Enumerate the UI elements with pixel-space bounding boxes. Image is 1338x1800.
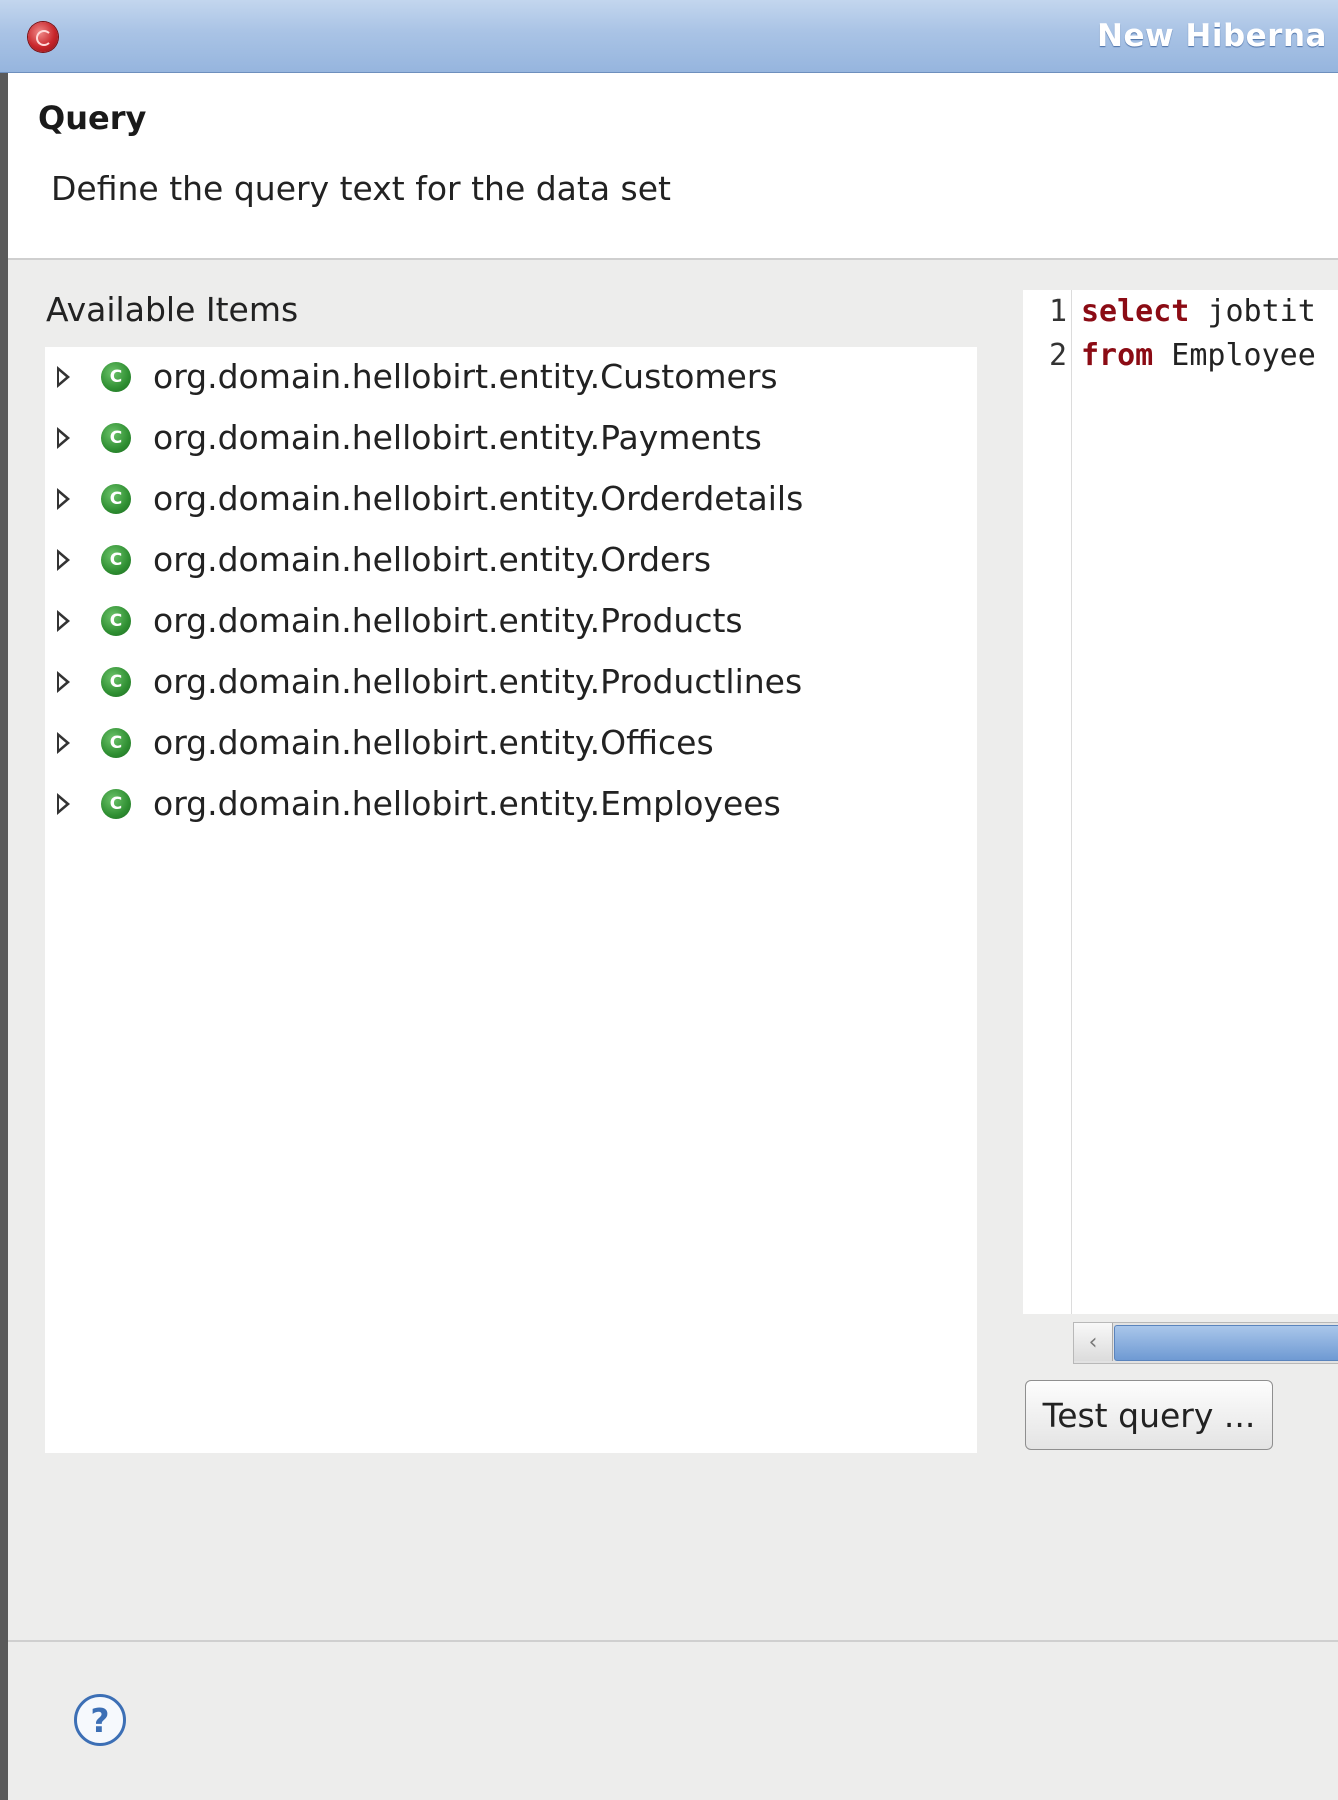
expand-arrow-icon[interactable] [57, 793, 70, 815]
line-number: 2 [1048, 338, 1067, 373]
tree-item-label: org.domain.hellobirt.entity.Offices [153, 723, 714, 762]
window-title: New Hiberna [1097, 18, 1327, 54]
tree-item-payments[interactable]: C org.domain.hellobirt.entity.Payments [45, 408, 977, 469]
tree-item-orderdetails[interactable]: C org.domain.hellobirt.entity.Orderdetai… [45, 469, 977, 530]
tree-item-label: org.domain.hellobirt.entity.Orders [153, 540, 712, 579]
class-icon: C [101, 667, 131, 697]
expand-arrow-icon[interactable] [57, 732, 70, 754]
tree-item-products[interactable]: C org.domain.hellobirt.entity.Products [45, 591, 977, 652]
class-icon: C [101, 545, 131, 575]
line-number-gutter: 1 2 [1023, 290, 1072, 1314]
tree-item-employees[interactable]: C org.domain.hellobirt.entity.Employees [45, 774, 977, 835]
expand-arrow-icon[interactable] [57, 610, 70, 632]
sql-keyword: select [1081, 294, 1190, 329]
class-icon: C [101, 423, 131, 453]
help-icon[interactable]: ? [74, 1694, 126, 1746]
sql-keyword: from [1081, 338, 1154, 373]
app-logo-icon[interactable] [28, 22, 58, 52]
expand-arrow-icon[interactable] [57, 671, 70, 693]
class-icon: C [101, 484, 131, 514]
available-items-tree[interactable]: C org.domain.hellobirt.entity.Customers … [45, 347, 977, 1453]
tree-item-customers[interactable]: C org.domain.hellobirt.entity.Customers [45, 347, 977, 408]
scroll-left-arrow-icon[interactable]: ‹ [1074, 1323, 1113, 1361]
tree-item-orders[interactable]: C org.domain.hellobirt.entity.Orders [45, 530, 977, 591]
class-icon: C [101, 362, 131, 392]
expand-arrow-icon[interactable] [57, 488, 70, 510]
tree-item-offices[interactable]: C org.domain.hellobirt.entity.Offices [45, 713, 977, 774]
code-line[interactable]: select jobtit [1081, 294, 1316, 329]
code-text: jobtit [1189, 294, 1316, 329]
footer-divider [8, 1640, 1338, 1642]
expand-arrow-icon[interactable] [57, 549, 70, 571]
available-items-label: Available Items [46, 290, 299, 329]
title-bar[interactable]: New Hiberna [0, 0, 1338, 73]
page-title: Query [38, 99, 147, 137]
class-icon: C [101, 728, 131, 758]
test-query-button[interactable]: Test query ... [1025, 1380, 1273, 1450]
tree-item-label: org.domain.hellobirt.entity.Employees [153, 784, 781, 823]
tree-item-label: org.domain.hellobirt.entity.Products [153, 601, 743, 640]
code-text: Employee [1153, 338, 1316, 373]
line-number: 1 [1048, 294, 1067, 329]
class-icon: C [101, 789, 131, 819]
tree-item-label: org.domain.hellobirt.entity.Payments [153, 418, 762, 457]
page-description: Define the query text for the data set [51, 169, 671, 208]
expand-arrow-icon[interactable] [57, 427, 70, 449]
code-line[interactable]: from Employee [1081, 338, 1316, 373]
tree-item-label: org.domain.hellobirt.entity.Orderdetails [153, 479, 804, 518]
query-editor[interactable]: 1 2 select jobtit from Employee [1023, 290, 1338, 1314]
tree-item-label: org.domain.hellobirt.entity.Productlines [153, 662, 803, 701]
expand-arrow-icon[interactable] [57, 366, 70, 388]
scrollbar-thumb[interactable] [1114, 1325, 1338, 1361]
wizard-header: Query Define the query text for the data… [8, 73, 1338, 260]
tree-item-label: org.domain.hellobirt.entity.Customers [153, 357, 778, 396]
class-icon: C [101, 606, 131, 636]
window-left-border [0, 0, 8, 1800]
tree-item-productlines[interactable]: C org.domain.hellobirt.entity.Productlin… [45, 652, 977, 713]
horizontal-scrollbar[interactable]: ‹ [1073, 1322, 1338, 1364]
